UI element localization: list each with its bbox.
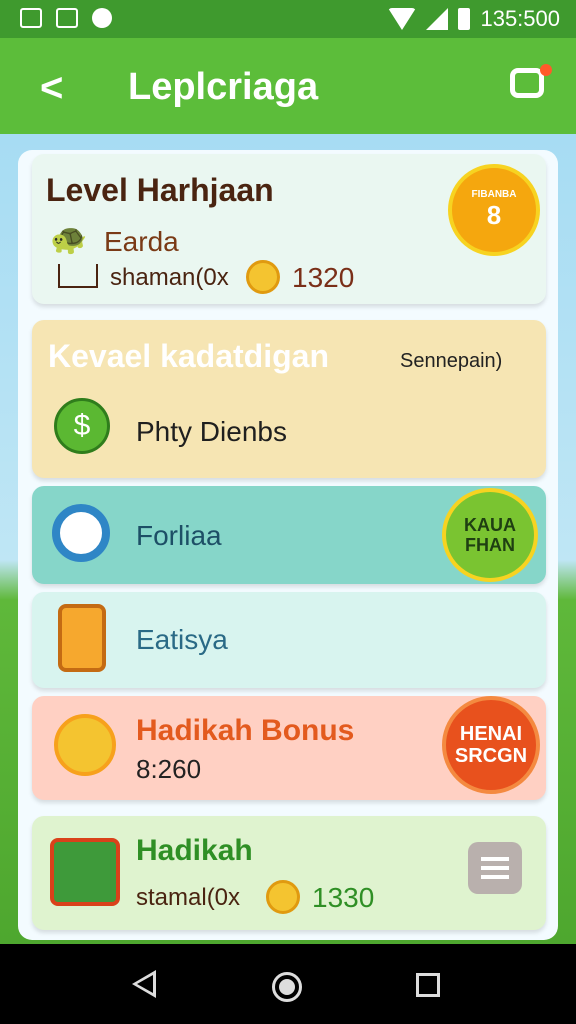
camera-icon (52, 504, 110, 562)
battery-icon (458, 8, 471, 30)
forliaa-card[interactable]: Forliaa KAUA FHAN (32, 486, 546, 584)
eatisya-label: Eatisya (136, 624, 228, 655)
hadikah-title: Hadikah (136, 834, 253, 867)
sun-icon (54, 714, 116, 776)
bonus-card[interactable]: Hadikah Bonus 8:260 HENAI SRCGN (32, 696, 546, 800)
circle-icon (92, 8, 112, 28)
back-icon[interactable]: < (40, 66, 63, 111)
page-title: Leplcriaga (128, 66, 319, 108)
level-coins: 1320 (292, 262, 355, 293)
hadikah-card[interactable]: Hadikah stamal(0x 1330 (32, 816, 546, 930)
chart-icon (56, 8, 78, 28)
eatisya-card[interactable]: Eatisya (32, 592, 546, 688)
status-bar: 135:500 (0, 0, 576, 38)
bonus-value: 8:260 (136, 754, 202, 784)
list-icon[interactable] (468, 842, 522, 894)
app-bar: < Leplcriaga (0, 38, 576, 134)
level-badge-main: 8 (486, 200, 502, 230)
chart-frame-icon (58, 264, 98, 288)
coin-icon (246, 260, 280, 294)
hadikah-row-label: stamal(0x (136, 884, 241, 911)
level-title: Level Harhjaan (46, 172, 274, 208)
treasure-box-icon (50, 838, 120, 906)
status-time: 135:500 (480, 6, 560, 31)
wifi-icon (388, 8, 417, 30)
level-badge: FIBANBA 8 (448, 164, 540, 256)
event-tag: Sennepain) (400, 350, 503, 372)
level-card[interactable]: Level Harhjaan 🐢 Earda shaman(0x 1320 FI… (32, 154, 546, 304)
hadikah-coins: 1330 (312, 882, 375, 913)
notification-dot (540, 64, 552, 76)
event-item: Phty Dienbs (136, 416, 287, 447)
bonus-title: Hadikah Bonus (136, 714, 355, 747)
coin-icon (266, 880, 300, 914)
level-badge-top: FIBANBA (471, 189, 517, 200)
signal-icon (426, 8, 449, 30)
event-title: Kevael kadatdigan (48, 338, 329, 374)
home-circle-icon[interactable] (272, 972, 302, 1002)
turtle-icon: 🐢 (50, 223, 88, 256)
navigation-bar (0, 944, 576, 1024)
level-row-label: shaman(0x (110, 264, 229, 291)
dollar-icon: $ (54, 398, 110, 454)
event-card[interactable]: Kevael kadatdigan Sennepain) $ Phty Dien… (32, 320, 546, 478)
back-triangle-icon[interactable] (132, 970, 156, 998)
forliaa-label: Forliaa (136, 520, 222, 551)
shop-icon[interactable] (510, 68, 544, 98)
forliaa-badge: KAUA FHAN (442, 488, 538, 582)
level-subtitle: Earda (104, 226, 179, 257)
image-icon (20, 8, 42, 28)
bonus-badge: HENAI SRCGN (442, 696, 540, 794)
recents-square-icon[interactable] (416, 973, 440, 997)
phone-icon (58, 604, 106, 672)
